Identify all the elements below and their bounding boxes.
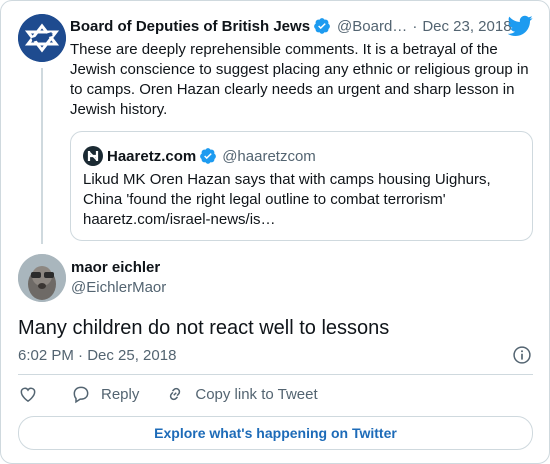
verified-badge-icon xyxy=(200,148,217,164)
verified-badge-icon xyxy=(314,18,330,34)
divider xyxy=(18,374,533,375)
quoted-author-handle: @haaretzcom xyxy=(222,147,316,165)
board-of-deputies-avatar[interactable] xyxy=(18,14,66,62)
parent-tweet-header: Board of Deputies of British Jews @Board… xyxy=(70,17,512,35)
parent-tweet-date[interactable]: Dec 23, 2018 xyxy=(422,18,511,35)
quoted-text-line: China 'found the right legal outline to … xyxy=(83,191,446,208)
copy-link-button[interactable]: Copy link to Tweet xyxy=(165,384,318,404)
quoted-link[interactable]: haaretz.com/israel-news/is… xyxy=(83,210,523,230)
quoted-author-name: Haaretz.com xyxy=(107,147,197,165)
main-author-name[interactable]: maor eichler xyxy=(71,259,160,276)
tweet-actions: Reply Copy link to Tweet xyxy=(18,384,318,404)
main-author-handle[interactable]: @EichlerMaor xyxy=(71,279,166,296)
tweet-embed-card: Board of Deputies of British Jews @Board… xyxy=(0,0,550,464)
quoted-tweet-header: Haaretz.com @haaretzcom xyxy=(83,146,316,166)
quoted-tweet[interactable]: Haaretz.com @haaretzcom Likud MK Oren Ha… xyxy=(70,131,533,241)
twitter-bird-icon[interactable] xyxy=(508,15,533,37)
reply-button[interactable]: Reply xyxy=(71,384,139,404)
maor-eichler-avatar[interactable] xyxy=(18,254,66,302)
separator-dot: · xyxy=(412,17,418,35)
copy-link-label: Copy link to Tweet xyxy=(195,385,318,403)
explore-twitter-button[interactable]: Explore what's happening on Twitter xyxy=(18,416,533,450)
main-tweet-timestamp[interactable]: 6:02 PM · Dec 25, 2018 xyxy=(18,347,176,364)
heart-icon xyxy=(20,387,36,402)
parent-author-name[interactable]: Board of Deputies of British Jews xyxy=(70,18,310,35)
parent-author-handle[interactable]: @Board… xyxy=(337,18,407,35)
link-icon xyxy=(170,387,181,401)
info-icon[interactable] xyxy=(512,345,532,365)
quoted-text-line: Likud MK Oren Hazan says that with camps… xyxy=(83,171,491,188)
quoted-tweet-text: Likud MK Oren Hazan says that with camps… xyxy=(83,170,523,230)
reply-label: Reply xyxy=(101,385,140,403)
thread-line xyxy=(41,68,43,244)
like-button[interactable] xyxy=(18,384,38,404)
parent-tweet-text: These are deeply reprehensible comments.… xyxy=(70,41,529,118)
reply-icon xyxy=(73,386,89,404)
main-tweet-text: Many children do not react well to lesso… xyxy=(18,317,390,339)
haaretz-avatar[interactable] xyxy=(83,146,103,166)
